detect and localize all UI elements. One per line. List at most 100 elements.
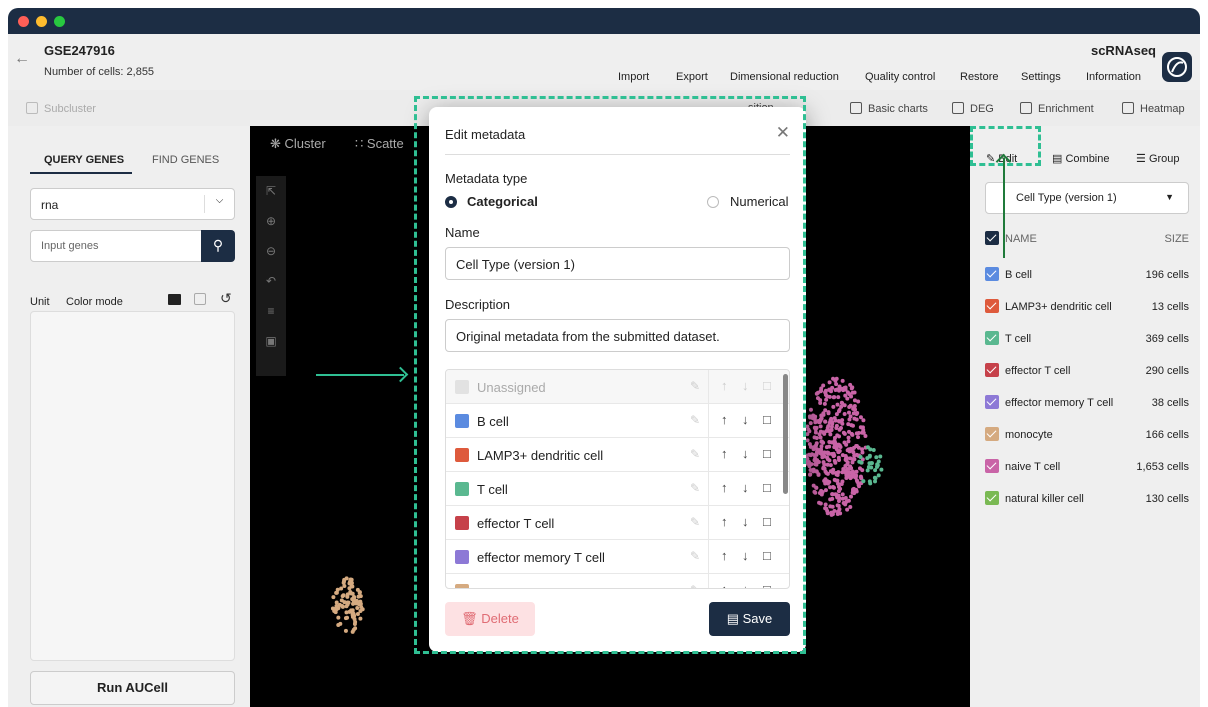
group-name: effector memory T cell bbox=[1005, 397, 1114, 409]
group-checkbox[interactable] bbox=[985, 267, 999, 281]
group-name: B cell bbox=[1005, 269, 1032, 281]
scatter-point bbox=[837, 384, 842, 389]
enrichment-button[interactable]: Enrichment bbox=[1020, 102, 1094, 115]
scatter-point bbox=[858, 474, 863, 479]
scatter-point bbox=[813, 490, 818, 495]
scatter-point bbox=[823, 502, 828, 507]
scatter-point bbox=[818, 424, 823, 429]
group-row[interactable]: effector memory T cell 38 cells bbox=[985, 393, 1189, 417]
scatter-point bbox=[350, 629, 355, 634]
gene-input[interactable]: Input genes ⚲ bbox=[30, 230, 235, 262]
minimize-window-button[interactable] bbox=[36, 16, 47, 27]
back-arrow-icon[interactable]: ← bbox=[14, 50, 30, 68]
scatter-point bbox=[807, 452, 812, 457]
menu-export[interactable]: Export bbox=[676, 71, 708, 83]
scatter-point bbox=[830, 504, 835, 509]
scatter-point bbox=[843, 463, 848, 468]
scatter-point bbox=[352, 613, 357, 618]
scatter-point bbox=[854, 473, 859, 478]
scatter-point bbox=[342, 584, 347, 589]
select-all-checkbox[interactable] bbox=[985, 231, 999, 245]
scatter-point bbox=[854, 469, 859, 474]
metadata-select[interactable]: Cell Type (version 1) ▼ bbox=[985, 182, 1189, 214]
scatter-point bbox=[836, 455, 841, 460]
scatter-point bbox=[836, 510, 841, 515]
folder-icon[interactable] bbox=[168, 294, 181, 305]
group-row[interactable]: natural killer cell 130 cells bbox=[985, 489, 1189, 513]
menu-information[interactable]: Information bbox=[1086, 71, 1141, 83]
scatter-point bbox=[837, 388, 842, 393]
group-row[interactable]: T cell 369 cells bbox=[985, 329, 1189, 353]
scatter-point bbox=[832, 508, 837, 513]
deg-icon bbox=[952, 102, 964, 114]
scatter-point bbox=[831, 451, 836, 456]
scatter-point bbox=[847, 466, 852, 471]
scatter-point bbox=[807, 442, 812, 447]
tab-query-genes[interactable]: QUERY GENES bbox=[44, 154, 124, 166]
group-row[interactable]: LAMP3+ dendritic cell 13 cells bbox=[985, 297, 1189, 321]
scatter-point bbox=[358, 616, 363, 621]
menu-restore[interactable]: Restore bbox=[960, 71, 999, 83]
scatter-point bbox=[860, 468, 865, 473]
menu-import[interactable]: Import bbox=[618, 71, 649, 83]
reset-icon[interactable]: ↺ bbox=[220, 290, 232, 307]
menu-settings[interactable]: Settings bbox=[1021, 71, 1061, 83]
group-row[interactable]: effector T cell 290 cells bbox=[985, 361, 1189, 385]
scatter-point bbox=[860, 425, 865, 430]
highlight-dialog-box bbox=[414, 96, 806, 654]
run-aucell-button[interactable]: Run AUCell bbox=[30, 671, 235, 705]
scatter-point bbox=[813, 456, 818, 461]
scatter-point bbox=[823, 488, 828, 493]
group-row[interactable]: naive T cell 1,653 cells bbox=[985, 457, 1189, 481]
deg-button[interactable]: DEG bbox=[952, 102, 994, 115]
search-icon[interactable]: ⚲ bbox=[201, 230, 235, 262]
group-checkbox[interactable] bbox=[985, 299, 999, 313]
menu-quality-control[interactable]: Quality control bbox=[865, 71, 935, 83]
basic-charts-button[interactable]: Basic charts bbox=[850, 102, 928, 115]
color-mode-label[interactable]: Color mode bbox=[66, 296, 123, 308]
scatter-point bbox=[837, 443, 842, 448]
scatter-point bbox=[879, 467, 884, 472]
close-window-button[interactable] bbox=[18, 16, 29, 27]
menu-dimensional-reduction[interactable]: Dimensional reduction bbox=[730, 71, 839, 83]
save-icon[interactable] bbox=[194, 293, 206, 305]
combine-button[interactable]: ▤ Combine bbox=[1052, 152, 1110, 165]
group-checkbox[interactable] bbox=[985, 363, 999, 377]
scatter-point bbox=[846, 439, 851, 444]
scatter-point bbox=[876, 473, 881, 478]
scatter-point bbox=[356, 594, 361, 599]
enrichment-icon bbox=[1020, 102, 1032, 114]
scatter-point bbox=[819, 488, 824, 493]
group-size: 166 cells bbox=[1145, 429, 1189, 441]
scatter-point bbox=[849, 386, 854, 391]
group-table-header: NAME SIZE bbox=[985, 229, 1189, 253]
subcluster-button[interactable]: Subcluster bbox=[26, 102, 96, 115]
group-checkbox[interactable] bbox=[985, 427, 999, 441]
scatter-point bbox=[820, 452, 825, 457]
scatter-point bbox=[814, 441, 819, 446]
scatter-point bbox=[336, 606, 341, 611]
assay-select[interactable]: rna ⌵ bbox=[30, 188, 235, 220]
scatter-point bbox=[847, 391, 852, 396]
scatter-point bbox=[843, 454, 848, 459]
scatter-point bbox=[835, 402, 840, 407]
heatmap-button[interactable]: Heatmap bbox=[1122, 102, 1185, 115]
scatter-point bbox=[850, 490, 855, 495]
group-checkbox[interactable] bbox=[985, 331, 999, 345]
group-checkbox[interactable] bbox=[985, 395, 999, 409]
scatter-point bbox=[822, 401, 827, 406]
group-name: monocyte bbox=[1005, 429, 1053, 441]
group-checkbox[interactable] bbox=[985, 491, 999, 505]
scatter-point bbox=[349, 580, 354, 585]
scatter-point bbox=[863, 434, 868, 439]
tab-find-genes[interactable]: FIND GENES bbox=[152, 154, 219, 166]
maximize-window-button[interactable] bbox=[54, 16, 65, 27]
scatter-point bbox=[830, 492, 835, 497]
scatter-point bbox=[858, 415, 863, 420]
group-button[interactable]: ☰ Group bbox=[1136, 152, 1180, 165]
group-row[interactable]: B cell 196 cells bbox=[985, 265, 1189, 289]
scatter-point bbox=[823, 419, 828, 424]
group-checkbox[interactable] bbox=[985, 459, 999, 473]
group-row[interactable]: monocyte 166 cells bbox=[985, 425, 1189, 449]
scatter-point bbox=[343, 628, 348, 633]
